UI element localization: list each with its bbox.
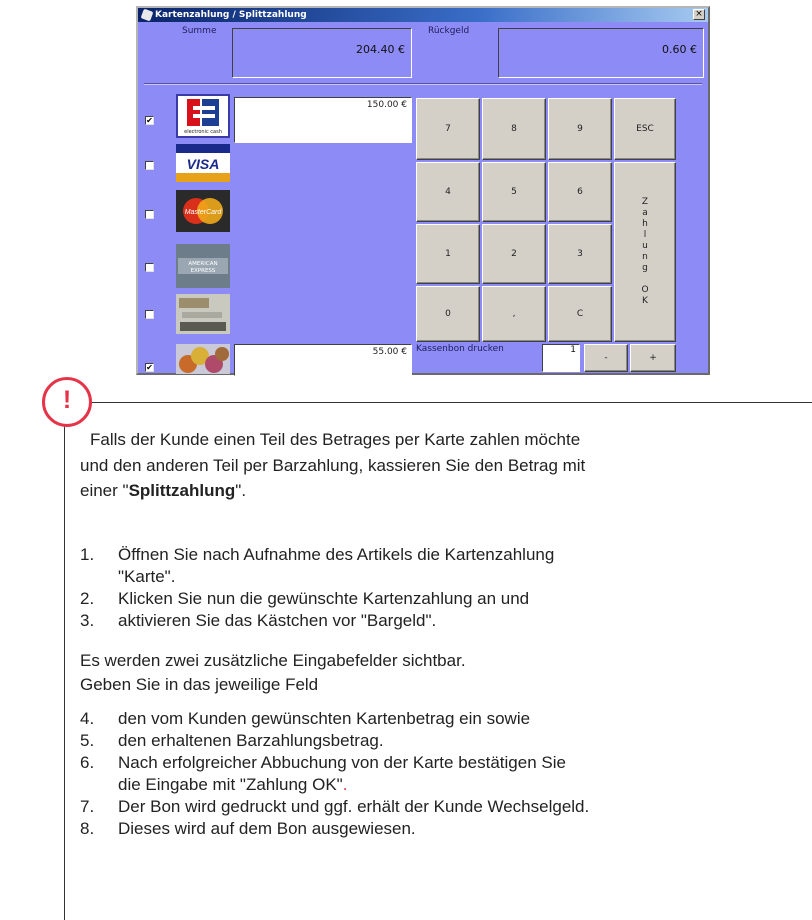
rueckgeld-value: 0.60 € — [662, 43, 697, 56]
mastercard-icon[interactable]: MasterCard — [176, 190, 230, 232]
separator — [144, 83, 702, 85]
receipt-plus-button[interactable]: + — [630, 344, 676, 372]
card-amount-field[interactable]: 150.00 € — [234, 97, 412, 143]
svg-text:EXPRESS: EXPRESS — [191, 268, 216, 274]
amex-checkbox[interactable] — [145, 263, 154, 272]
receipt-count-field[interactable]: 1 — [542, 344, 580, 372]
app-icon — [140, 8, 154, 22]
svg-text:VISA: VISA — [187, 156, 220, 172]
alert-icon: ! — [42, 377, 92, 427]
svg-text:electronic cash: electronic cash — [184, 129, 222, 135]
close-button[interactable]: × — [693, 9, 705, 20]
american-express-icon[interactable]: AMERICAN EXPRESS — [176, 244, 230, 288]
step-text: Der Bon wird gedruckt und ggf. erhält de… — [118, 797, 590, 816]
step-number: 8. — [80, 819, 95, 838]
step-number: 7. — [80, 797, 95, 816]
step-text: "Karte". — [118, 567, 176, 586]
zahlung-ok-button[interactable]: Z a h l u n g O K — [614, 162, 676, 342]
intro-line-1: Falls der Kunde einen Teil des Betrages … — [90, 430, 581, 449]
svg-text:MasterCard: MasterCard — [185, 209, 223, 216]
summe-value: 204.40 € — [356, 43, 405, 56]
step-text: Klicken Sie nun die gewünschte Kartenzah… — [118, 589, 530, 608]
step-number: 6. — [80, 753, 95, 772]
step-number: 3. — [80, 611, 95, 630]
key-9[interactable]: 9 — [548, 98, 612, 160]
key-clear[interactable]: C — [548, 286, 612, 342]
step-text: den vom Kunden gewünschten Kartenbetrag … — [118, 709, 531, 728]
other-card-checkbox[interactable] — [145, 310, 154, 319]
split-payment-window: Kartenzahlung / Splittzahlung × Summe 20… — [136, 6, 710, 376]
key-1[interactable]: 1 — [416, 224, 480, 284]
receipt-label: Kassenbon drucken — [416, 344, 504, 354]
step-text: Öffnen Sie nach Aufnahme des Artikels di… — [118, 545, 555, 564]
step-number: 4. — [80, 709, 95, 728]
step-text: die Eingabe mit "Zahlung OK". — [118, 775, 348, 794]
step-number: 2. — [80, 589, 95, 608]
cash-amount-field[interactable]: 55.00 € — [234, 344, 412, 376]
step-number: 1. — [80, 545, 95, 564]
window-title: Kartenzahlung / Splittzahlung — [155, 10, 307, 20]
step-number: 5. — [80, 731, 95, 750]
intro-line-3: einer "Splittzahlung". — [80, 481, 247, 500]
key-4[interactable]: 4 — [416, 162, 480, 222]
key-0[interactable]: 0 — [416, 286, 480, 342]
ec-card-checkbox[interactable]: ✔ — [145, 116, 154, 125]
mastercard-checkbox[interactable] — [145, 210, 154, 219]
title-bar: Kartenzahlung / Splittzahlung × — [138, 8, 708, 22]
intro-line-2: und den anderen Teil per Barzahlung, kas… — [80, 456, 586, 475]
cash-icon[interactable] — [176, 344, 230, 374]
step-text: Nach erfolgreicher Abbuchung von der Kar… — [118, 753, 566, 772]
visa-card-icon[interactable]: VISA — [176, 144, 230, 182]
key-comma[interactable]: , — [482, 286, 546, 342]
key-8[interactable]: 8 — [482, 98, 546, 160]
rueckgeld-label: Rückgeld — [428, 26, 470, 36]
middle-line-2: Geben Sie in das jeweilige Feld — [80, 675, 319, 694]
step-text: den erhaltenen Barzahlungsbetrag. — [118, 731, 384, 750]
key-7[interactable]: 7 — [416, 98, 480, 160]
svg-text:AMERICAN: AMERICAN — [188, 261, 217, 267]
rueckgeld-display: 0.60 € — [498, 28, 704, 78]
step-text: Dieses wird auf dem Bon ausgewiesen. — [118, 819, 416, 838]
summe-label: Summe — [182, 26, 217, 36]
cash-checkbox[interactable]: ✔ — [145, 363, 154, 372]
other-card-icon[interactable] — [176, 294, 230, 334]
receipt-minus-button[interactable]: - — [584, 344, 628, 372]
summe-display: 204.40 € — [232, 28, 412, 78]
key-2[interactable]: 2 — [482, 224, 546, 284]
esc-button[interactable]: ESC — [614, 98, 676, 160]
key-6[interactable]: 6 — [548, 162, 612, 222]
middle-line-1: Es werden zwei zusätzliche Eingabefelder… — [80, 651, 466, 670]
key-5[interactable]: 5 — [482, 162, 546, 222]
step-text: aktivieren Sie das Kästchen vor "Bargeld… — [118, 611, 437, 630]
visa-checkbox[interactable] — [145, 161, 154, 170]
ec-card-icon[interactable]: electronic cash — [176, 94, 230, 138]
key-3[interactable]: 3 — [548, 224, 612, 284]
